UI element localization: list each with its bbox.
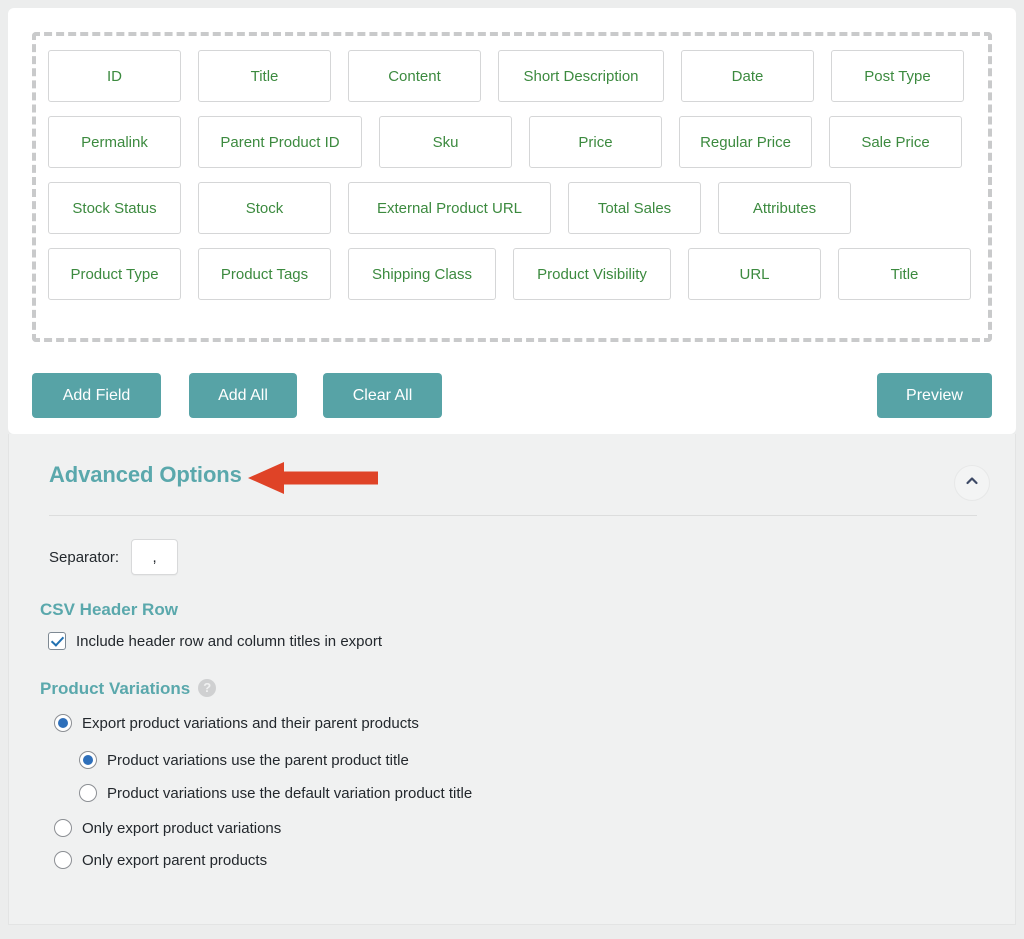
field-chip[interactable]: Date [681,50,814,102]
export-fields-card: ID Title Content Short Description Date … [8,8,1016,434]
chip-row: ID Title Content Short Description Date … [48,50,976,102]
fields-drop-zone[interactable]: ID Title Content Short Description Date … [32,32,992,342]
field-chip[interactable]: Attributes [718,182,851,234]
chip-row: Permalink Parent Product ID Sku Price Re… [48,116,976,168]
product-variations-title: Product Variations? [40,679,216,699]
field-chip[interactable]: Parent Product ID [198,116,362,168]
field-chip[interactable]: Sku [379,116,512,168]
field-chip[interactable]: Product Visibility [513,248,671,300]
field-chip[interactable]: Content [348,50,481,102]
field-chip[interactable]: Post Type [831,50,964,102]
question-mark-icon[interactable]: ? [198,679,216,697]
variation-radio-default-title[interactable] [79,784,97,802]
field-chip[interactable]: External Product URL [348,182,551,234]
variation-radio-only-parents[interactable] [54,851,72,869]
collapse-toggle-button[interactable] [954,465,990,501]
field-chip[interactable]: Sale Price [829,116,962,168]
advanced-options-header[interactable]: Advanced Options [9,434,1015,515]
variation-option-export-both[interactable]: Export product variations and their pare… [54,714,419,732]
preview-button[interactable]: Preview [877,373,992,418]
variation-suboption-default-title[interactable]: Product variations use the default varia… [79,784,472,802]
chevron-up-icon [964,473,980,494]
variation-label-only-variations[interactable]: Only export product variations [82,820,281,837]
include-header-row-option[interactable]: Include header row and column titles in … [48,632,382,650]
separator-row: Separator: [49,539,178,575]
field-chip[interactable]: Title [198,50,331,102]
advanced-options-title: Advanced Options [49,462,242,488]
variation-radio-parent-title[interactable] [79,751,97,769]
variation-option-only-variations[interactable]: Only export product variations [54,819,281,837]
variation-radio-export-both[interactable] [54,714,72,732]
field-chip[interactable]: ID [48,50,181,102]
variation-suboption-parent-title[interactable]: Product variations use the parent produc… [79,751,409,769]
field-chip[interactable]: Regular Price [679,116,812,168]
fields-action-bar: Add Field Add All Clear All Preview [32,350,992,398]
field-chip[interactable]: Price [529,116,662,168]
csv-header-row-title: CSV Header Row [40,600,178,620]
variation-radio-only-variations[interactable] [54,819,72,837]
include-header-row-checkbox[interactable] [48,632,66,650]
field-chip[interactable]: Title [838,248,971,300]
field-chip[interactable]: Product Type [48,248,181,300]
separator-label: Separator: [49,549,119,566]
variation-label-default-title[interactable]: Product variations use the default varia… [107,785,472,802]
include-header-row-label[interactable]: Include header row and column titles in … [76,633,382,650]
clear-all-button[interactable]: Clear All [323,373,442,418]
field-chip[interactable]: Product Tags [198,248,331,300]
field-chip[interactable]: Short Description [498,50,664,102]
field-chip[interactable]: Permalink [48,116,181,168]
field-chip[interactable]: Stock [198,182,331,234]
separator-input[interactable] [131,539,178,575]
add-all-button[interactable]: Add All [189,373,297,418]
field-chip[interactable]: Total Sales [568,182,701,234]
variation-label-only-parents[interactable]: Only export parent products [82,852,267,869]
chip-row: Stock Status Stock External Product URL … [48,182,976,234]
product-variations-title-text: Product Variations [40,679,190,698]
variation-label-export-both[interactable]: Export product variations and their pare… [82,715,419,732]
header-divider [49,515,977,516]
field-chip[interactable]: URL [688,248,821,300]
field-chip[interactable]: Shipping Class [348,248,496,300]
field-chip[interactable]: Stock Status [48,182,181,234]
chip-row: Product Type Product Tags Shipping Class… [48,248,976,300]
add-field-button[interactable]: Add Field [32,373,161,418]
variation-option-only-parents[interactable]: Only export parent products [54,851,267,869]
variation-label-parent-title[interactable]: Product variations use the parent produc… [107,752,409,769]
